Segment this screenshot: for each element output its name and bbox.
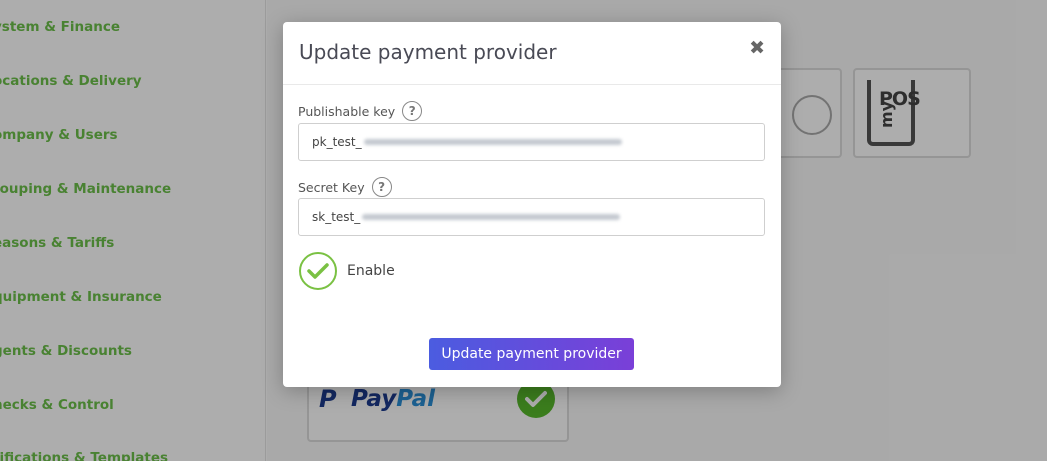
publishable-key-label-row: Publishable key ? (298, 101, 423, 121)
secret-key-label: Secret Key (298, 179, 365, 195)
help-icon[interactable]: ? (402, 101, 423, 121)
publishable-key-label: Publishable key (298, 103, 396, 119)
secret-key-value: sk_test_ (312, 210, 361, 224)
secret-key-label-row: Secret Key ? (298, 177, 392, 197)
publishable-key-value: pk_test_ (312, 135, 362, 149)
secret-key-input[interactable]: sk_test_ (298, 198, 765, 236)
modal-title: Update payment provider (299, 40, 557, 64)
modal-header: Update payment provider ✖ (283, 22, 781, 85)
checkmark-icon (307, 263, 329, 279)
update-payment-provider-modal: Update payment provider ✖ Publishable ke… (283, 22, 781, 387)
close-icon[interactable]: ✖ (749, 38, 765, 58)
enable-label: Enable (347, 263, 395, 279)
publishable-key-redacted (363, 139, 622, 145)
enable-checkbox[interactable] (299, 252, 337, 290)
help-icon[interactable]: ? (371, 177, 392, 197)
update-payment-provider-button[interactable]: Update payment provider (429, 338, 634, 370)
enable-toggle-row: Enable (299, 252, 395, 290)
secret-key-redacted (362, 214, 621, 220)
publishable-key-input[interactable]: pk_test_ (298, 123, 765, 161)
